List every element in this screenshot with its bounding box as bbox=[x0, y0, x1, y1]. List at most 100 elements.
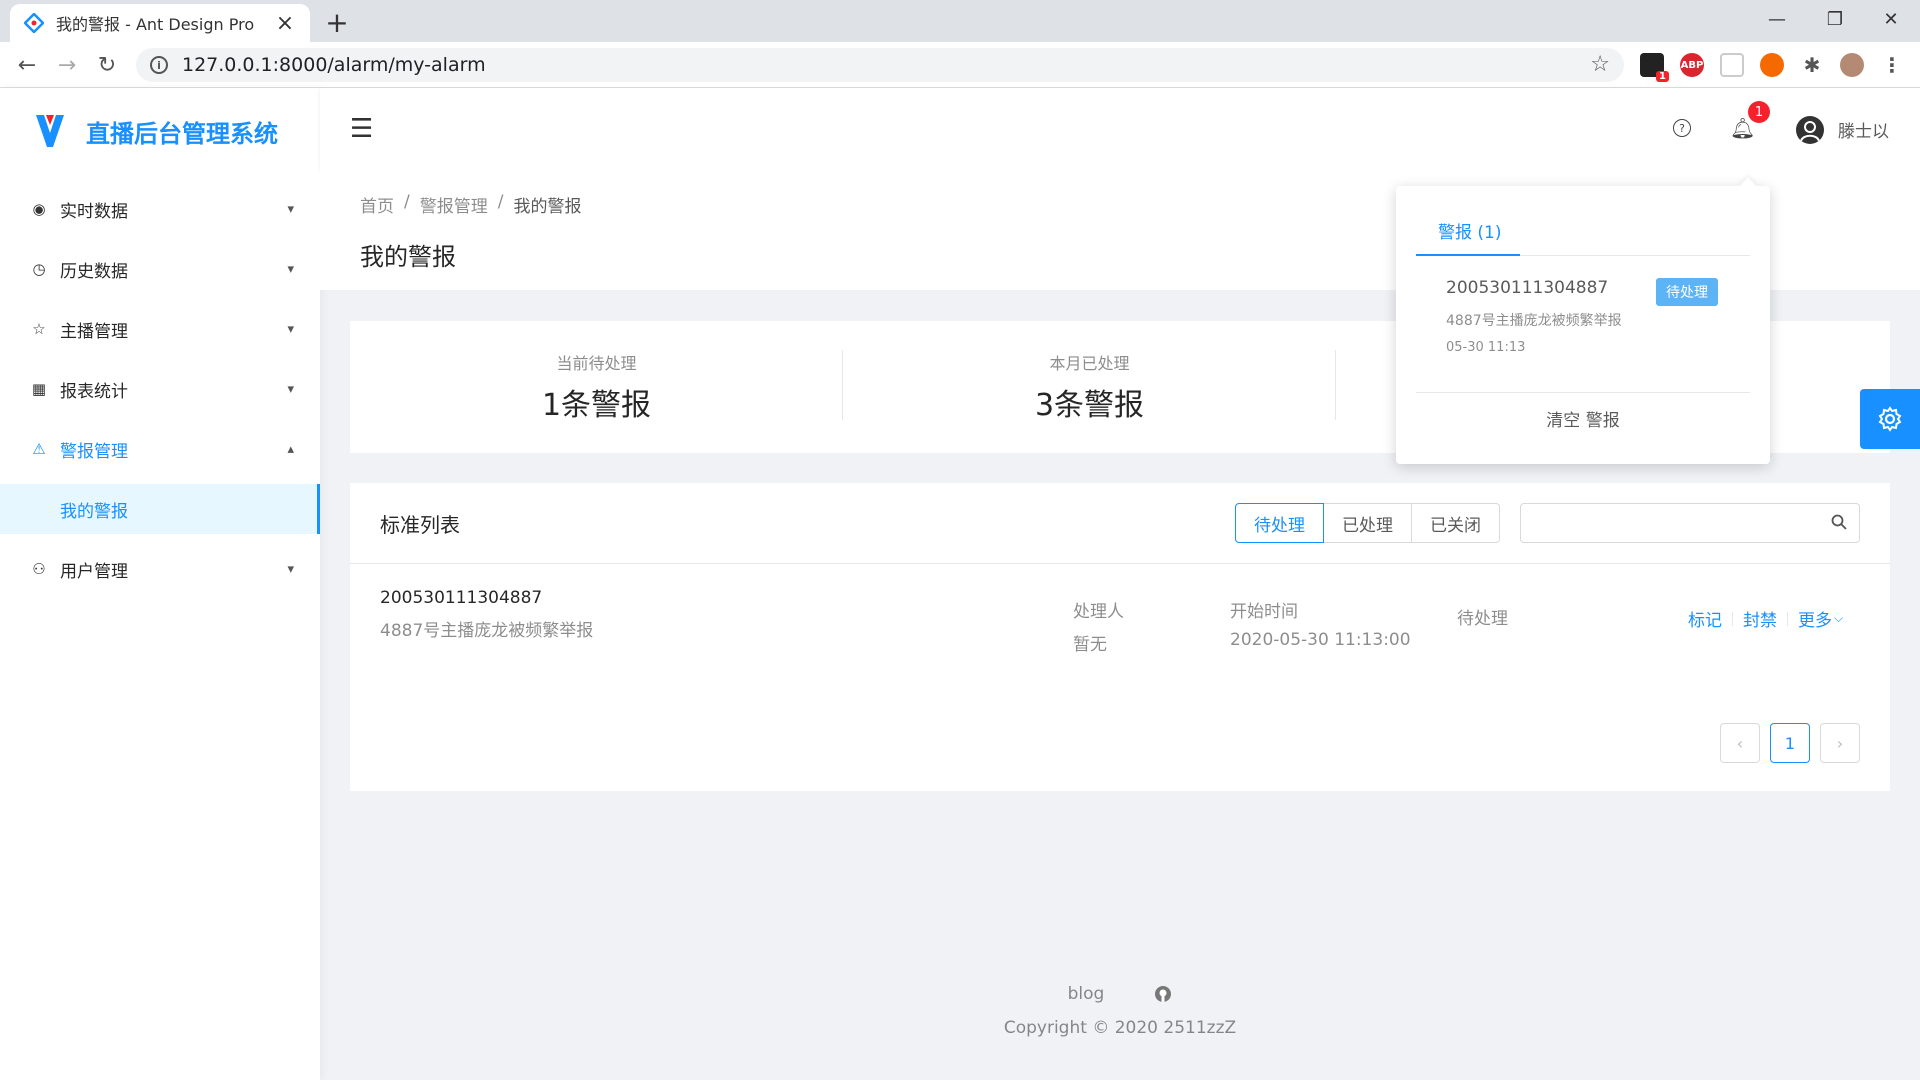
filter-processed-button[interactable]: 已处理 bbox=[1323, 503, 1412, 543]
close-window-icon[interactable]: ✕ bbox=[1862, 0, 1920, 38]
close-tab-icon[interactable]: × bbox=[274, 11, 296, 36]
ban-link[interactable]: 封禁 bbox=[1743, 606, 1777, 631]
alarm-id[interactable]: 200530111304887 bbox=[380, 588, 1070, 608]
start-time-column: 开始时间 2020-05-30 11:13:00 bbox=[1230, 597, 1411, 650]
star-icon: ☆ bbox=[32, 320, 46, 338]
extension-icon[interactable]: 1 bbox=[1640, 53, 1669, 82]
extension-icon[interactable] bbox=[1760, 53, 1784, 77]
filter-closed-button[interactable]: 已关闭 bbox=[1411, 503, 1500, 543]
alarm-description: 4887号主播庞龙被频繁举报 bbox=[380, 620, 594, 641]
warning-icon: ⚠ bbox=[32, 440, 46, 458]
list-card: 标准列表 待处理 已处理 已关闭 200530111304887 4887号主播… bbox=[350, 483, 1890, 791]
sidebar-item-realtime[interactable]: ◉ 实时数据 ▾ bbox=[0, 184, 320, 234]
sidebar-item-label: 实时数据 bbox=[60, 201, 128, 222]
sidebar-item-users[interactable]: ⚇ 用户管理 ▾ bbox=[0, 544, 320, 594]
setting-drawer-button[interactable] bbox=[1860, 389, 1920, 449]
sidebar-item-label: 报表统计 bbox=[60, 381, 128, 402]
breadcrumb-alarm-management[interactable]: 警报管理 bbox=[420, 192, 488, 217]
sidebar-subitem-my-alarm[interactable]: 我的警报 bbox=[0, 484, 320, 534]
question-circle-icon[interactable]: ? bbox=[1673, 119, 1691, 137]
copyright: Copyright © 2020 2511zzZ bbox=[1003, 1018, 1237, 1038]
mark-link[interactable]: 标记 bbox=[1688, 606, 1722, 631]
next-page-button[interactable]: › bbox=[1820, 723, 1860, 763]
user-avatar-icon bbox=[1800, 121, 1820, 142]
address-bar[interactable]: i 127.0.0.1:8000/alarm/my-alarm ☆ bbox=[136, 48, 1624, 82]
minimize-icon[interactable]: — bbox=[1748, 0, 1806, 38]
page-number[interactable]: 1 bbox=[1770, 723, 1810, 763]
logo[interactable]: 直播后台管理系统 bbox=[0, 88, 320, 174]
site-info-icon[interactable]: i bbox=[150, 56, 168, 74]
sidebar-item-history[interactable]: ◷ 历史数据 ▾ bbox=[0, 244, 320, 294]
breadcrumb-current: 我的警报 bbox=[513, 197, 582, 217]
chevron-down-icon[interactable]: ⌵ bbox=[1834, 611, 1843, 626]
chevron-down-icon: ▾ bbox=[287, 261, 294, 277]
blog-link[interactable]: blog bbox=[1068, 984, 1105, 1004]
prev-page-button[interactable]: ‹ bbox=[1720, 723, 1760, 763]
sidebar-item-label: 用户管理 bbox=[60, 561, 128, 582]
divider bbox=[1732, 611, 1733, 626]
breadcrumb-separator: / bbox=[497, 192, 504, 212]
reload-icon[interactable]: ↻ bbox=[92, 50, 122, 80]
logo-icon bbox=[36, 115, 64, 147]
stat-label: 当前待处理 bbox=[556, 354, 637, 373]
tab-alarms[interactable]: 警报 (1) bbox=[1438, 218, 1501, 243]
chevron-down-icon: ▾ bbox=[287, 381, 294, 397]
chevron-down-icon: ▾ bbox=[287, 201, 294, 217]
browser-tabbar: 我的警报 - Ant Design Pro × + — ❐ ✕ bbox=[0, 0, 1920, 42]
more-link[interactable]: 更多 bbox=[1798, 606, 1832, 631]
status-text: 待处理 bbox=[1457, 609, 1508, 629]
puzzle-icon[interactable]: ✱ bbox=[1800, 53, 1824, 77]
list-header: 标准列表 待处理 已处理 已关闭 bbox=[350, 483, 1890, 564]
filter-pending-button[interactable]: 待处理 bbox=[1235, 503, 1324, 543]
breadcrumb-home[interactable]: 首页 bbox=[360, 192, 394, 217]
stat-value: 1条警报 bbox=[541, 388, 652, 423]
username[interactable]: 滕士以 bbox=[1838, 117, 1889, 142]
user-icon: ⚇ bbox=[32, 560, 46, 578]
sidebar-item-alarms[interactable]: ⚠ 警报管理 ▴ bbox=[0, 424, 320, 474]
adblock-icon[interactable]: ABP bbox=[1680, 53, 1704, 77]
new-tab-icon[interactable]: + bbox=[322, 6, 352, 39]
app-name: 直播后台管理系统 bbox=[86, 119, 278, 148]
back-icon[interactable]: ← bbox=[12, 50, 42, 80]
notice-item[interactable]: 200530111304887 待处理 4887号主播庞龙被频繁举报 05-30… bbox=[1416, 256, 1750, 393]
stat-pending: 当前待处理 1条警报 bbox=[350, 350, 843, 424]
url-text: 127.0.0.1:8000/alarm/my-alarm bbox=[182, 54, 486, 76]
profile-avatar-icon[interactable] bbox=[1840, 53, 1864, 77]
sidebar: 直播后台管理系统 ◉ 实时数据 ▾ ◷ 历史数据 ▾ ☆ 主播管理 ▾ ▦ 报表… bbox=[0, 88, 320, 1080]
restore-icon[interactable]: ❐ bbox=[1806, 0, 1864, 38]
stat-value: 3条警报 bbox=[1034, 388, 1145, 423]
sidebar-item-label: 警报管理 bbox=[60, 441, 128, 462]
footer: blog Copyright © 2020 2511zzZ bbox=[320, 984, 1920, 1038]
list-item-meta: 200530111304887 4887号主播庞龙被频繁举报 bbox=[380, 588, 1070, 641]
avatar[interactable] bbox=[1796, 116, 1824, 144]
github-icon[interactable] bbox=[1154, 985, 1172, 1003]
menu-fold-icon[interactable]: ☰ bbox=[350, 114, 373, 144]
menu-dots-icon[interactable]: ⋮ bbox=[1880, 53, 1904, 77]
ant-design-favicon-icon bbox=[24, 13, 44, 33]
search-input[interactable] bbox=[1531, 504, 1821, 540]
gear-icon bbox=[1878, 406, 1902, 432]
sidebar-item-label: 主播管理 bbox=[60, 321, 128, 342]
chevron-down-icon: ▾ bbox=[287, 321, 294, 337]
stat-label: 本月已处理 bbox=[1049, 354, 1130, 373]
stat-processed: 本月已处理 3条警报 bbox=[843, 350, 1336, 424]
chevron-up-icon: ▴ bbox=[287, 441, 294, 457]
search-icon[interactable] bbox=[1831, 514, 1847, 530]
search-box bbox=[1520, 503, 1860, 543]
list-title: 标准列表 bbox=[380, 512, 460, 537]
sidebar-item-reports[interactable]: ▦ 报表统计 ▾ bbox=[0, 364, 320, 414]
extension-icon[interactable] bbox=[1720, 53, 1744, 77]
breadcrumb-separator: / bbox=[404, 192, 410, 212]
forward-icon[interactable]: → bbox=[52, 50, 82, 80]
status-filter: 待处理 已处理 已关闭 bbox=[1235, 503, 1500, 543]
clear-notices-button[interactable]: 清空 警报 bbox=[1396, 393, 1770, 443]
browser-tab[interactable]: 我的警报 - Ant Design Pro × bbox=[10, 4, 310, 42]
divider bbox=[1335, 350, 1336, 420]
sidebar-item-streamers[interactable]: ☆ 主播管理 ▾ bbox=[0, 304, 320, 354]
notice-item-time: 05-30 11:13 bbox=[1446, 340, 1526, 355]
global-header: ☰ ? 🔔︎ 1 滕士以 bbox=[320, 88, 1920, 170]
chevron-down-icon: ▾ bbox=[287, 561, 294, 577]
bookmark-star-icon[interactable]: ☆ bbox=[1590, 52, 1610, 77]
start-time-value: 2020-05-30 11:13:00 bbox=[1230, 630, 1411, 650]
list-item: 200530111304887 4887号主播庞龙被频繁举报 处理人 暂无 开始… bbox=[350, 564, 1890, 664]
